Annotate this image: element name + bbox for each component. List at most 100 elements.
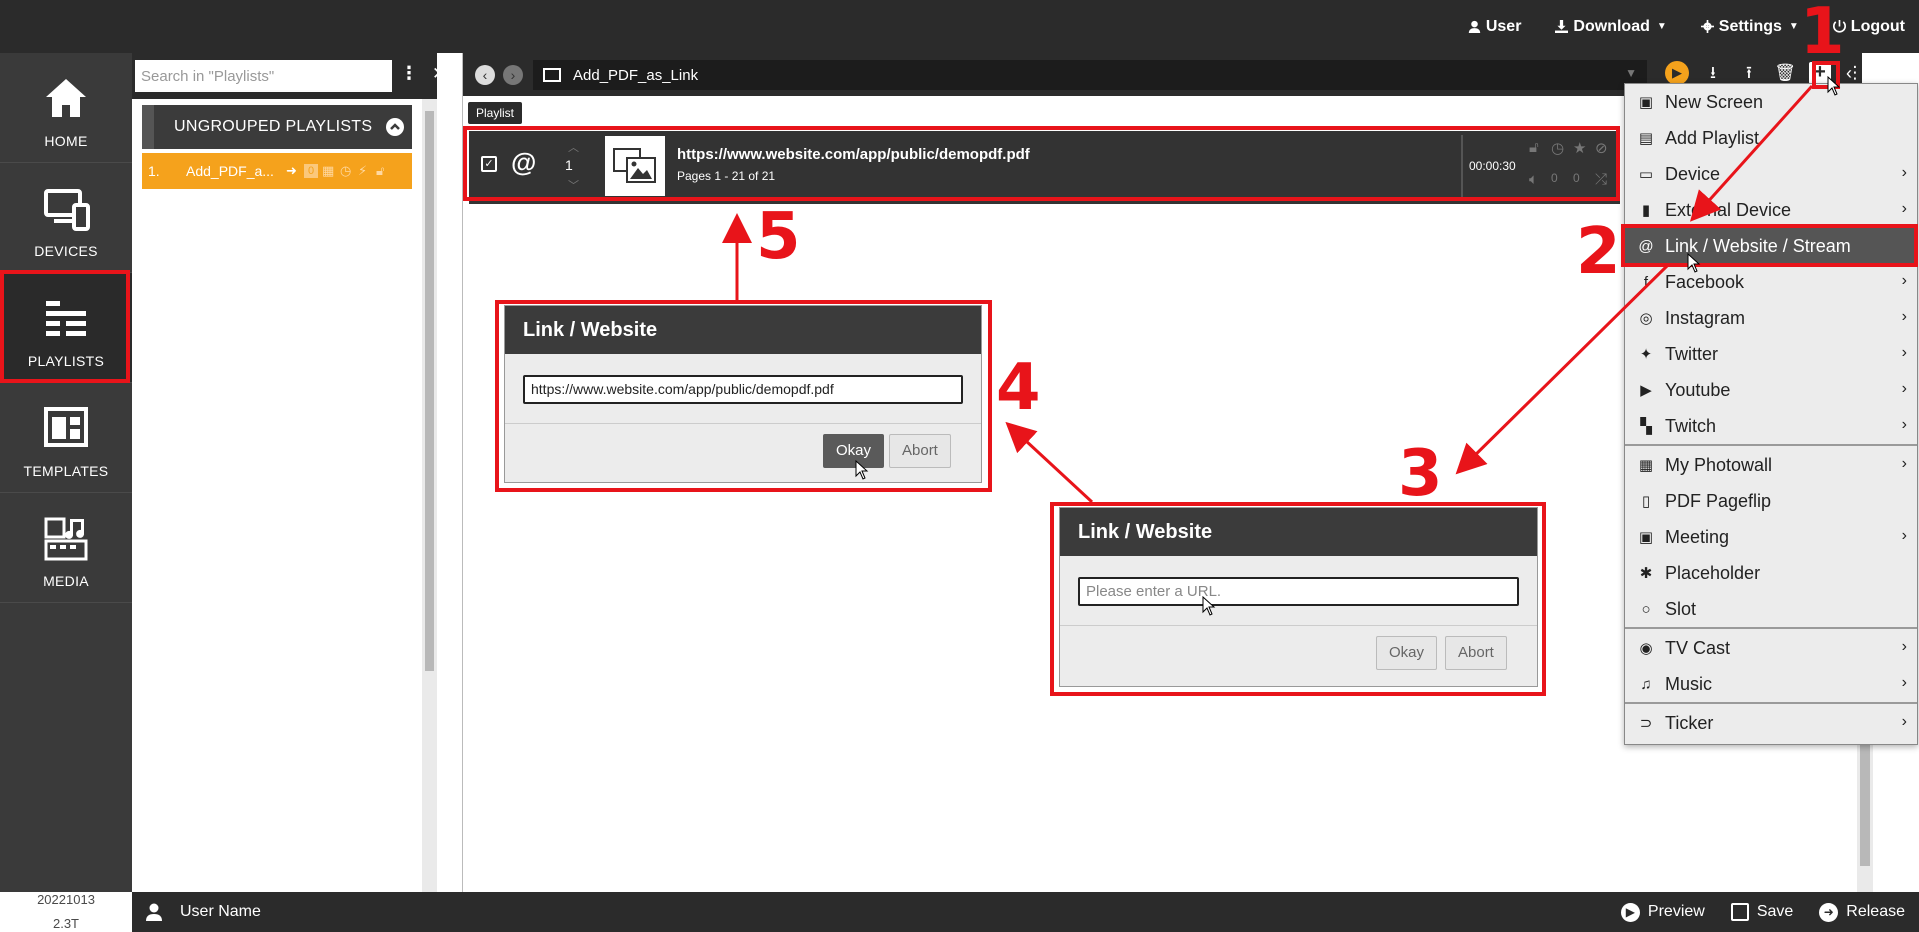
menu-item-label: New Screen (1665, 91, 1764, 112)
screen-icon: ▣ (1638, 94, 1654, 111)
menu-divider (1625, 702, 1917, 704)
menu-item-music[interactable]: ♫ Music › (1625, 666, 1917, 702)
menu-item-label: Device (1665, 163, 1721, 184)
mouse-pointer-icon (1687, 253, 1701, 273)
chevron-right-icon: › (1901, 344, 1907, 361)
menu-item-label: Slot (1665, 598, 1697, 619)
menu-item-tv-cast[interactable]: ◉ TV Cast › (1625, 630, 1917, 666)
menu-item-label: Twitch (1665, 415, 1717, 436)
menu-item-placeholder[interactable]: ✱ Placeholder (1625, 555, 1917, 591)
menu-item-label: Meeting (1665, 526, 1730, 547)
home-icon (46, 79, 86, 117)
media-icon (44, 517, 88, 561)
menu-item-facebook[interactable]: f Facebook › (1625, 264, 1917, 300)
chevron-right-icon: › (1901, 200, 1907, 217)
download-menu-label: Download (1573, 17, 1650, 35)
menu-divider (1625, 627, 1917, 629)
menu-item-pdf-pageflip[interactable]: ▯ PDF Pageflip (1625, 483, 1917, 519)
group-title: UNGROUPED PLAYLISTS (174, 118, 373, 135)
menu-item-label: My Photowall (1665, 454, 1773, 475)
user-menu-label: User (1485, 17, 1522, 35)
chevron-right-icon: › (1901, 713, 1907, 730)
menu-item-label: Music (1665, 673, 1713, 694)
playlists-panel: Search in "Playlists" ⋮ ✕ UNGROUPED PLAY… (132, 53, 446, 892)
preview-button[interactable]: ▶ Preview (1620, 902, 1705, 922)
release-button[interactable]: ➜ Release (1819, 902, 1905, 922)
menu-item-label: PDF Pageflip (1665, 490, 1772, 511)
upload-icon[interactable]: ⭱ (1737, 61, 1761, 85)
user-name: User Name (180, 903, 261, 920)
menu-item-instagram[interactable]: ◎ Instagram › (1625, 300, 1917, 336)
back-icon[interactable]: ‹ (475, 65, 495, 85)
mouse-pointer-icon (1827, 76, 1841, 96)
menu-item-label: Instagram (1665, 307, 1746, 328)
nav-media[interactable]: MEDIA (0, 493, 132, 603)
download-menu[interactable]: Download ▼ (1555, 17, 1667, 36)
annotation-step-3: 3 (1398, 437, 1443, 511)
nav-templates[interactable]: TEMPLATES (0, 383, 132, 493)
forward-icon[interactable]: › (503, 65, 523, 85)
badge-zero: 0 (304, 164, 318, 178)
menu-item-device[interactable]: ▭ Device › (1625, 156, 1917, 192)
chevron-up-icon[interactable] (386, 118, 404, 136)
menu-item-slot[interactable]: ○ Slot (1625, 591, 1917, 627)
playlist-icon: ▤ (1638, 130, 1654, 147)
devices-icon (44, 189, 90, 231)
chevron-right-icon: › (1901, 416, 1907, 433)
top-bar: User Download ▼ Settings ▼ Logout (0, 0, 1919, 53)
annotation-step-5: 5 (756, 200, 801, 274)
playlist-row[interactable]: 1. Add_PDF_a... ➜ 0 ▦ ◷ ⚡ 🔓︎ (142, 153, 412, 189)
meeting-icon: ▣ (1638, 529, 1654, 546)
user-menu[interactable]: User (1468, 17, 1522, 36)
menu-item-add-playlist[interactable]: ▤ Add Playlist (1625, 120, 1917, 156)
menu-item-label: Ticker (1665, 712, 1714, 733)
trash-icon[interactable]: 🗑︎ (1773, 61, 1797, 85)
download-icon[interactable]: ⭳ (1701, 61, 1725, 85)
close-icon[interactable]: ✕ (432, 64, 446, 84)
asterisk-icon: ✱ (1639, 565, 1653, 582)
instagram-icon: ◎ (1639, 310, 1653, 327)
playlist-search-input[interactable]: Search in "Playlists" (135, 60, 392, 92)
twitch-icon: ▚ (1640, 418, 1652, 435)
play-icon[interactable]: ▶ (1665, 61, 1689, 85)
menu-item-new-screen[interactable]: ▣ New Screen (1625, 84, 1917, 120)
menu-item-twitter[interactable]: ✦ Twitter › (1625, 336, 1917, 372)
more-vertical-icon[interactable]: ⋮ (400, 63, 418, 84)
chevron-right-icon: › (1901, 638, 1907, 655)
chevron-right-icon: › (1901, 527, 1907, 544)
nav-media-label: MEDIA (43, 573, 89, 589)
rss-icon: ⊃ (1639, 715, 1653, 732)
highlight-link-menu-item (1621, 224, 1918, 267)
play-circle-icon: ▶ (1620, 902, 1640, 922)
menu-item-meeting[interactable]: ▣ Meeting › (1625, 519, 1917, 555)
tab-playlist[interactable]: Playlist (468, 102, 523, 124)
settings-menu[interactable]: Settings ▼ (1700, 17, 1799, 36)
save-button[interactable]: Save (1730, 903, 1793, 921)
settings-menu-label: Settings (1718, 17, 1782, 35)
external-device-icon: ▮ (1641, 202, 1651, 219)
version-date: 20221013 (37, 892, 95, 907)
scrollbar-thumb[interactable] (425, 111, 434, 671)
menu-item-label: Add Playlist (1665, 127, 1760, 148)
version-info: 20221013 2.3T (0, 888, 132, 932)
facebook-icon: f (1643, 273, 1649, 291)
podcast-icon: ◉ (1639, 640, 1653, 657)
playlist-select[interactable]: Add_PDF_as_Link ▼ (533, 60, 1647, 90)
download-icon (1555, 20, 1569, 33)
playlist-group-header[interactable]: UNGROUPED PLAYLISTS (142, 105, 412, 149)
grid-icon: ▦ (1638, 457, 1654, 474)
menu-item-twitch[interactable]: ▚ Twitch › (1625, 408, 1917, 444)
menu-item-youtube[interactable]: ▶ Youtube › (1625, 372, 1917, 408)
nav-home[interactable]: HOME (0, 53, 132, 163)
menu-item-my-photowall[interactable]: ▦ My Photowall › (1625, 447, 1917, 483)
highlight-track (463, 126, 1620, 201)
gear-icon (1700, 20, 1714, 33)
menu-item-ticker[interactable]: ⊃ Ticker › (1625, 705, 1917, 741)
menu-item-external-device[interactable]: ▮ External Device › (1625, 192, 1917, 228)
playlists-scrollbar[interactable] (422, 99, 437, 892)
highlight-dialog-empty (1050, 502, 1546, 696)
chevron-right-icon: › (1901, 674, 1907, 691)
arrow-right-circle-icon[interactable]: ➜ (286, 164, 300, 178)
chevron-left-icon[interactable]: ‹ (1846, 63, 1852, 84)
nav-devices[interactable]: DEVICES (0, 163, 132, 273)
